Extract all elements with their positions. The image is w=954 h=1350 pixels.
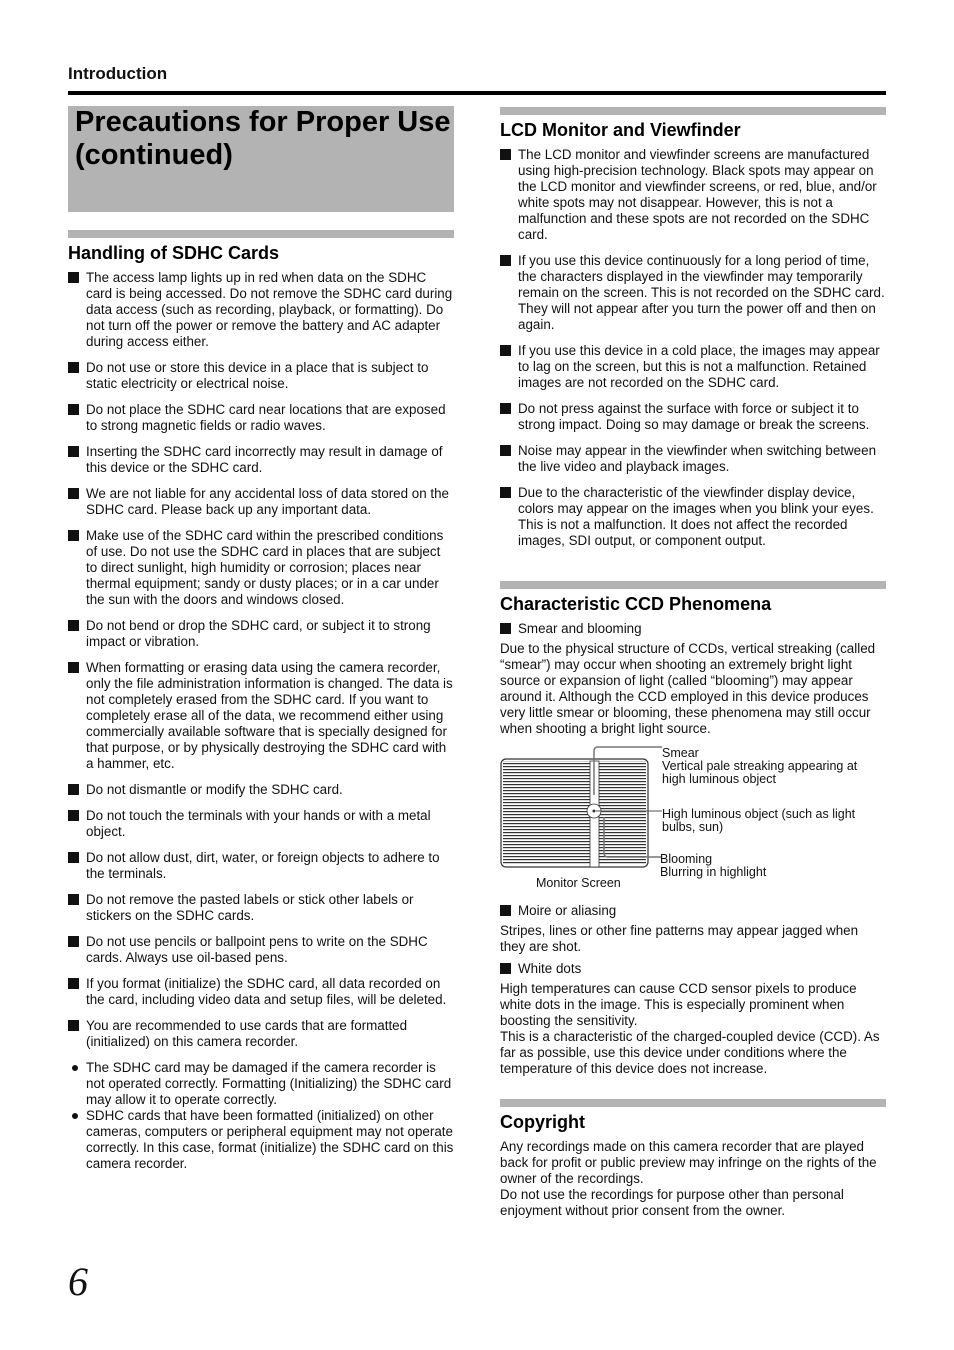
square-bullet-icon — [68, 662, 79, 673]
square-bullet-icon — [68, 784, 79, 795]
square-bullet-icon — [68, 404, 79, 415]
square-bullet-icon — [500, 905, 511, 916]
object-label: High luminous object (such as light bulb… — [662, 807, 856, 834]
smear-subheading: Smear and blooming — [500, 621, 886, 637]
white-dots-text-1: High temperatures can cause CCD sensor p… — [500, 981, 857, 1028]
white-dots-subheading: White dots — [500, 961, 886, 977]
precaution-item: Do not bend or drop the SDHC card, or su… — [68, 618, 454, 650]
precaution-item: Do not place the SDHC card near location… — [68, 402, 454, 434]
square-bullet-icon — [500, 445, 511, 456]
precaution-item: Do not remove the pasted labels or stick… — [68, 892, 454, 924]
precaution-item: Inserting the SDHC card incorrectly may … — [68, 444, 454, 476]
section-bar — [500, 107, 886, 115]
copyright-heading: Copyright — [500, 1112, 585, 1132]
square-bullet-icon — [500, 149, 511, 160]
page-number: 6 — [68, 1259, 88, 1304]
sdhc-heading: Handling of SDHC Cards — [68, 243, 280, 263]
precaution-item: Do not press against the surface with fo… — [500, 401, 886, 433]
square-bullet-icon — [68, 620, 79, 631]
precaution-item: Do not touch the terminals with your han… — [68, 808, 454, 840]
precaution-item: We are not liable for any accidental los… — [68, 486, 454, 518]
square-bullet-icon — [68, 852, 79, 863]
square-bullet-icon — [68, 272, 79, 283]
square-bullet-icon — [500, 963, 511, 974]
square-bullet-icon — [68, 1020, 79, 1031]
square-bullet-icon — [68, 936, 79, 947]
page-title: Precautions for Proper Use (continued) — [75, 106, 451, 171]
sdhc-bullets: The SDHC card may be damaged if the came… — [68, 1060, 454, 1172]
section-bar — [68, 230, 454, 238]
smear-blooming-figure: Smear Vertical pale streaking appearing … — [500, 745, 886, 897]
square-bullet-icon — [500, 487, 511, 498]
bullet-note: The SDHC card may be damaged if the came… — [68, 1060, 454, 1108]
precaution-item: Noise may appear in the viewfinder when … — [500, 443, 886, 475]
square-bullet-icon — [500, 403, 511, 414]
precaution-item: If you use this device in a cold place, … — [500, 343, 886, 391]
right-column: LCD Monitor and Viewfinder The LCD monit… — [500, 107, 886, 1219]
square-bullet-icon — [500, 345, 511, 356]
square-bullet-icon — [68, 446, 79, 457]
round-bullet-icon — [72, 1113, 78, 1119]
precaution-item: Do not use or store this device in a pla… — [68, 360, 454, 392]
copyright-text-1: Any recordings made on this camera recor… — [500, 1139, 877, 1186]
square-bullet-icon — [68, 530, 79, 541]
square-bullet-icon — [500, 623, 511, 634]
precaution-item: If you format (initialize) the SDHC card… — [68, 976, 454, 1008]
precaution-item: Due to the characteristic of the viewfin… — [500, 485, 886, 549]
precaution-item: Do not allow dust, dirt, water, or forei… — [68, 850, 454, 882]
smear-text: Due to the physical structure of CCDs, v… — [500, 641, 876, 736]
section-bar — [500, 581, 886, 589]
precaution-item: Do not dismantle or modify the SDHC card… — [68, 782, 454, 798]
square-bullet-icon — [68, 978, 79, 989]
lcd-heading: LCD Monitor and Viewfinder — [500, 120, 741, 140]
precaution-item: Make use of the SDHC card within the pre… — [68, 528, 454, 608]
left-column: Handling of SDHC Cards The access lamp l… — [68, 230, 454, 1172]
precaution-item: If you use this device continuously for … — [500, 253, 886, 333]
precaution-item: The access lamp lights up in red when da… — [68, 270, 454, 350]
blooming-description: Blurring in highlight — [660, 865, 767, 879]
precaution-item: Do not use pencils or ballpoint pens to … — [68, 934, 454, 966]
figure-caption: Monitor Screen — [536, 876, 621, 890]
header-rule — [68, 91, 886, 95]
square-bullet-icon — [68, 894, 79, 905]
title-box: Precautions for Proper Use (continued) — [68, 106, 454, 212]
section-bar — [500, 1099, 886, 1107]
ccd-heading: Characteristic CCD Phenomena — [500, 594, 772, 614]
square-bullet-icon — [68, 810, 79, 821]
sdhc-list: The access lamp lights up in red when da… — [68, 270, 454, 1050]
smear-description: Vertical pale streaking appearing at hig… — [662, 759, 858, 786]
copyright-text-2: Do not use the recordings for purpose ot… — [500, 1187, 844, 1218]
precaution-item: The LCD monitor and viewfinder screens a… — [500, 147, 886, 243]
square-bullet-icon — [68, 362, 79, 373]
moire-subheading: Moire or aliasing — [500, 903, 886, 919]
moire-text: Stripes, lines or other fine patterns ma… — [500, 923, 859, 954]
precaution-item: You are recommended to use cards that ar… — [68, 1018, 454, 1050]
precaution-item: When formatting or erasing data using th… — [68, 660, 454, 772]
round-bullet-icon — [72, 1065, 78, 1071]
square-bullet-icon — [68, 488, 79, 499]
lcd-list: The LCD monitor and viewfinder screens a… — [500, 147, 886, 549]
white-dots-text-2: This is a characteristic of the charged-… — [500, 1029, 880, 1076]
bullet-note: SDHC cards that have been formatted (ini… — [68, 1108, 454, 1172]
square-bullet-icon — [500, 255, 511, 266]
section-label: Introduction — [68, 64, 168, 83]
